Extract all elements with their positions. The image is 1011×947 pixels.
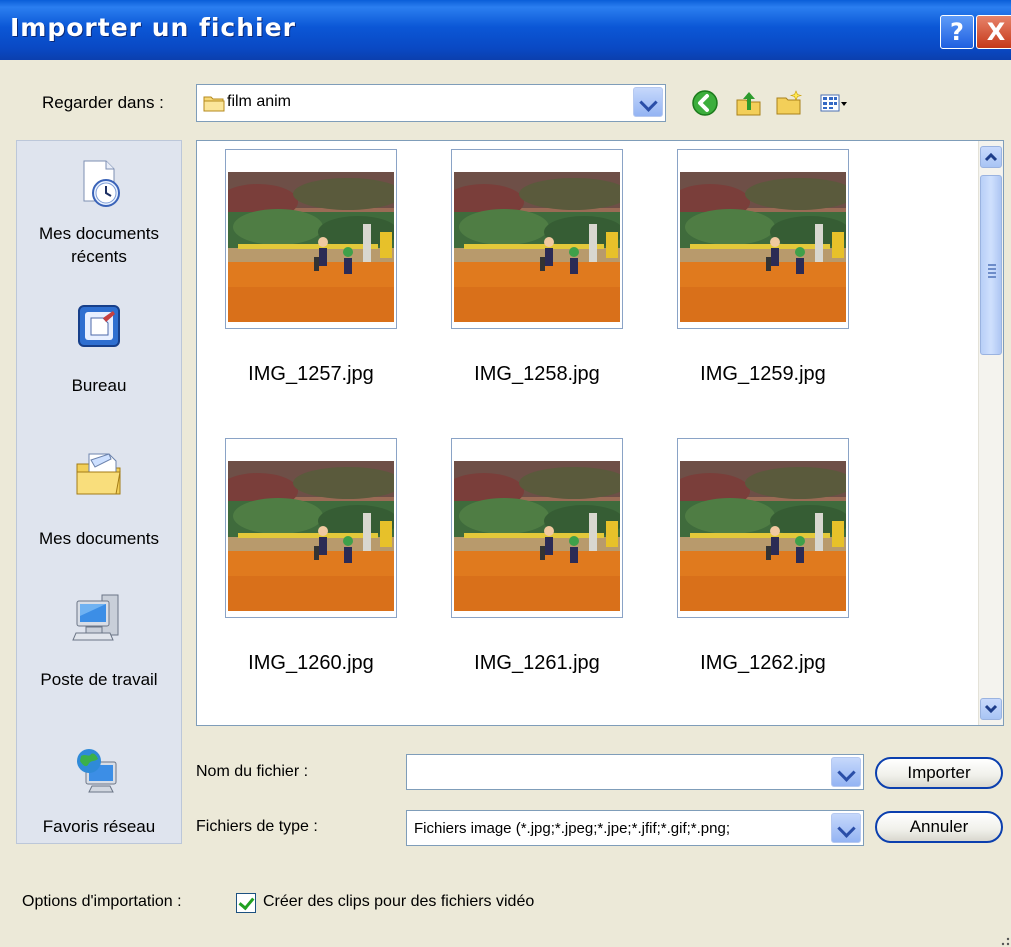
cancel-button[interactable]: Annuler [875,811,1003,843]
photo-preview [454,461,620,611]
lookin-dropdown-button[interactable] [633,87,663,117]
close-button[interactable]: X [976,15,1011,49]
filetype-select[interactable]: Fichiers image (*.jpg;*.jpeg;*.jpe;*.jfi… [406,810,864,846]
file-name[interactable]: IMG_1261.jpg [424,652,650,675]
file-thumbnail[interactable] [225,149,397,329]
place-label: Favoris réseau [42,817,156,836]
network-places-icon [77,749,117,793]
place-label: Poste de travail [40,670,158,689]
lookin-label: Regarder dans : [42,93,164,112]
resize-grip[interactable] [1000,934,1010,946]
file-name[interactable]: IMG_1257.jpg [198,363,424,386]
scroll-thumb[interactable] [980,175,1002,355]
photo-preview [680,461,846,611]
import-file-dialog: Importer un fichier ? X Regarder dans : … [0,0,1011,947]
my-computer-icon [72,594,119,641]
filetype-dropdown-button[interactable] [831,813,861,843]
create-clips-label[interactable]: Créer des clips pour des fichiers vidéo [263,893,534,911]
photo-preview [228,172,394,322]
file-name[interactable]: IMG_1258.jpg [424,363,650,386]
filename-input[interactable] [406,754,864,790]
import-options-label: Options d'importation : [22,893,182,910]
folder-icon [203,96,225,112]
place-label: Mes documents [39,529,159,548]
file-thumbnail[interactable] [451,438,623,618]
file-thumbnail[interactable] [677,149,849,329]
photo-preview [680,172,846,322]
desktop-icon [78,305,120,347]
place-recent-documents[interactable]: Mes documents récents [17,157,181,268]
my-documents-icon [76,453,121,495]
place-network-places[interactable]: Favoris réseau [17,746,181,838]
new-folder-icon[interactable] [774,88,804,118]
back-icon[interactable] [690,88,720,118]
import-button[interactable]: Importer [875,757,1003,789]
vertical-scrollbar[interactable] [978,141,1003,725]
up-folder-icon[interactable] [734,88,764,118]
file-list[interactable]: IMG_1257.jpg IMG_1258.jpg IMG_1259.jpg IMG_… [196,140,1004,726]
view-menu-icon[interactable] [818,88,848,118]
lookin-combo[interactable]: film anim [196,84,666,122]
filename-label: Nom du fichier : [196,763,309,780]
file-name[interactable]: IMG_1259.jpg [650,363,876,386]
scroll-grip [988,262,996,280]
filetype-value: Fichiers image (*.jpg;*.jpeg;*.jpe;*.jfi… [414,820,730,837]
place-label: Mes documents récents [39,224,159,266]
dialog-title: Importer un fichier [10,13,296,42]
photo-preview [228,461,394,611]
place-my-computer[interactable]: Poste de travail [17,591,181,691]
recent-documents-icon [83,160,120,207]
file-thumbnail[interactable] [677,438,849,618]
file-thumbnail[interactable] [451,149,623,329]
chevron-up-icon [984,152,998,162]
places-bar: Mes documents récents Bureau Mes documen… [16,140,182,844]
filename-dropdown-button[interactable] [831,757,861,787]
help-button[interactable]: ? [940,15,974,49]
place-desktop[interactable]: Bureau [17,301,181,397]
scroll-down-button[interactable] [980,698,1002,720]
filetype-label: Fichiers de type : [196,818,318,835]
file-name[interactable]: IMG_1262.jpg [650,652,876,675]
chevron-down-icon [984,704,998,714]
file-name[interactable]: IMG_1260.jpg [198,652,424,675]
file-thumbnail[interactable] [225,438,397,618]
resize-grip-icon [1001,937,1010,946]
photo-preview [454,172,620,322]
title-bar[interactable]: Importer un fichier ? X [0,0,1011,60]
create-clips-checkbox[interactable] [236,893,256,913]
lookin-value: film anim [227,93,292,110]
scroll-up-button[interactable] [980,146,1002,168]
place-label: Bureau [71,376,127,395]
place-my-documents[interactable]: Mes documents [17,446,181,550]
